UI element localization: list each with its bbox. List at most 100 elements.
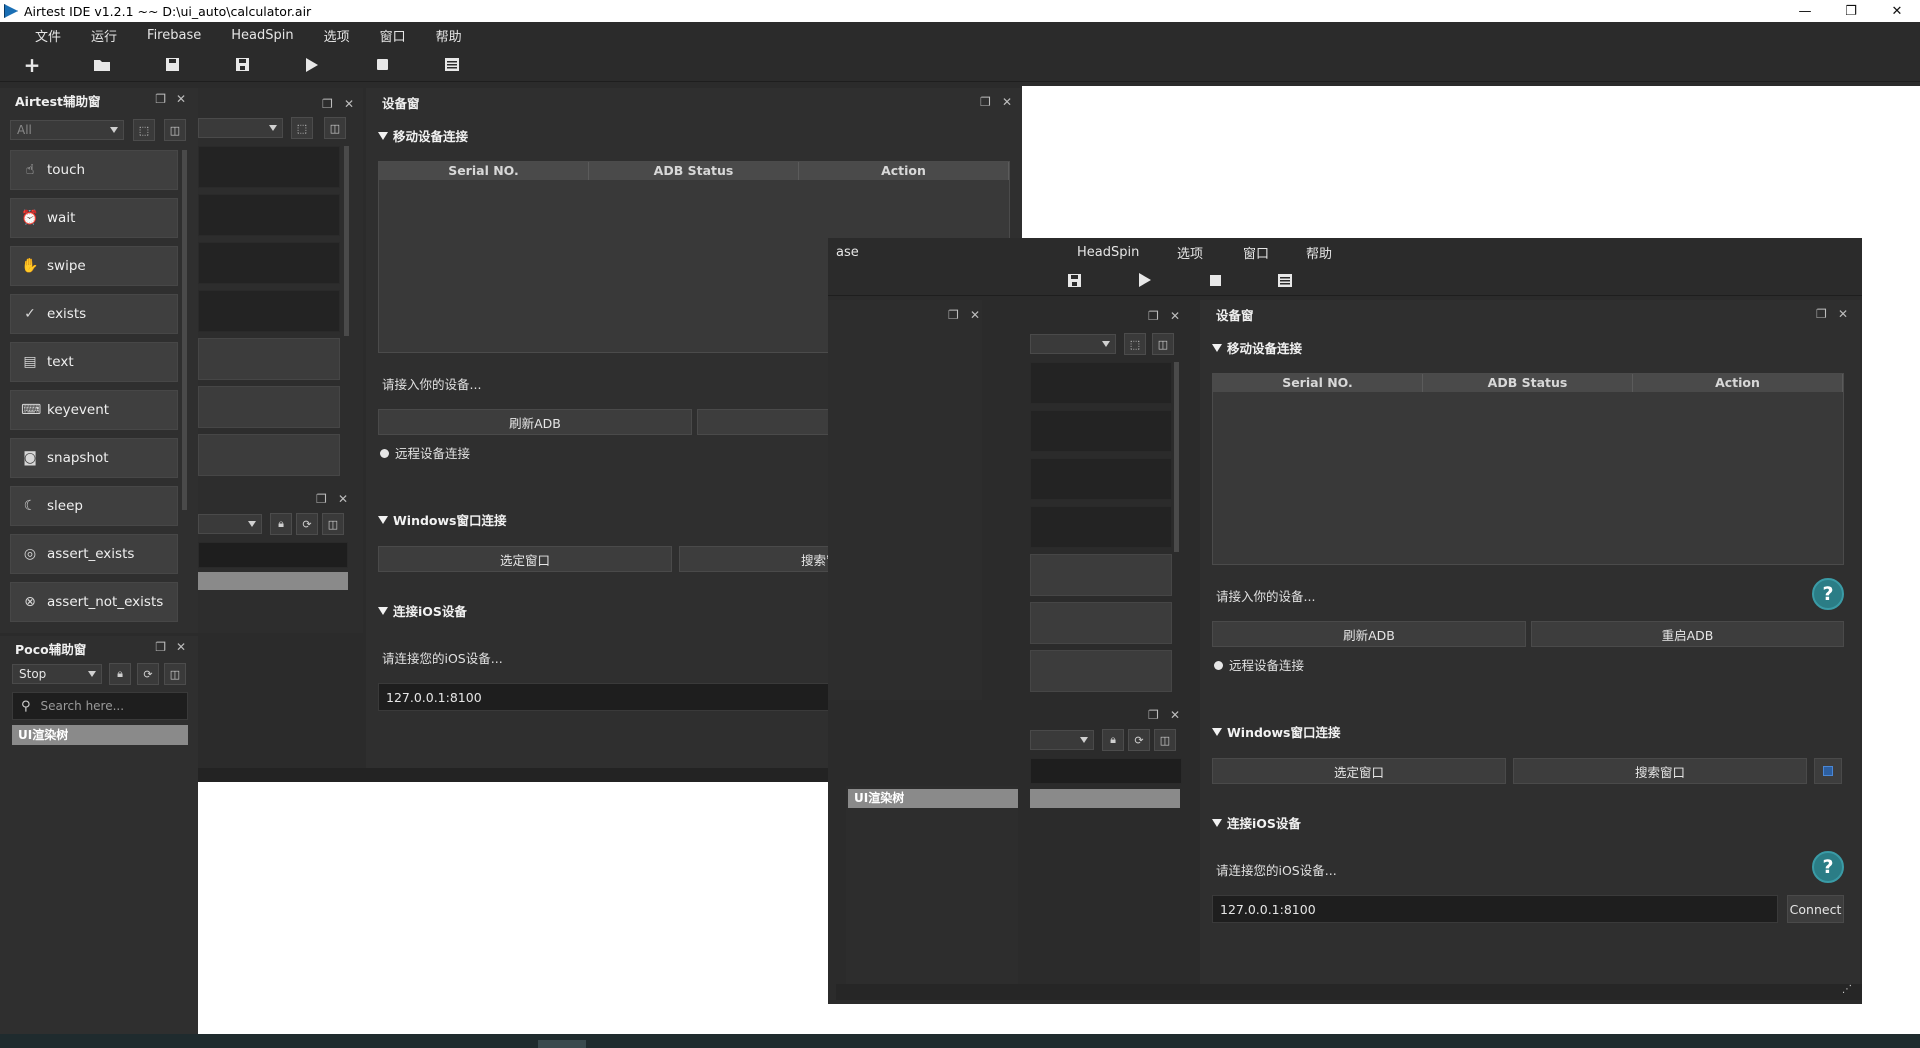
api-item-exists[interactable]: ✓ exists [10, 294, 178, 334]
api-item-text[interactable]: ▤ text [10, 342, 178, 382]
window-picker-icon[interactable] [1814, 758, 1842, 784]
close-icon[interactable]: ✕ [1170, 708, 1180, 722]
float-icon[interactable]: ❐ [1148, 708, 1159, 722]
record-icon[interactable]: ◫ [1152, 333, 1174, 355]
close-icon[interactable]: ✕ [176, 92, 186, 106]
close-icon[interactable]: ✕ [1838, 307, 1848, 321]
stop-icon[interactable] [372, 55, 392, 75]
lock-icon[interactable]: 🔒︎ [109, 663, 131, 685]
save-icon[interactable] [162, 55, 182, 75]
close-icon[interactable]: ✕ [338, 92, 354, 116]
ios-section-title[interactable]: 连接iOS设备 [378, 601, 467, 620]
menu-help[interactable]: 帮助 [421, 26, 477, 45]
capture-icon[interactable]: ⬚ [291, 117, 313, 139]
menu-file[interactable]: 文件 [20, 26, 76, 45]
mobile-section-title[interactable]: 移动设备连接 [1212, 338, 1302, 357]
refresh-icon[interactable]: ⟳ [1128, 729, 1150, 751]
menu-options[interactable]: 选项 [309, 26, 365, 45]
float-icon[interactable]: ❐ [948, 308, 959, 322]
record-icon[interactable]: ◫ [324, 117, 346, 139]
menu-run[interactable]: 运行 [76, 26, 132, 45]
float-icon[interactable]: ❐ [1816, 307, 1827, 321]
save-as-icon[interactable] [232, 55, 252, 75]
record-icon[interactable]: ◫ [164, 119, 186, 141]
log-icon[interactable] [442, 55, 462, 75]
ui-tree-root[interactable]: UI渲染树 [12, 725, 188, 745]
menu-headspin[interactable]: HeadSpin [1077, 245, 1139, 260]
api-item-swipe[interactable]: ✋ swipe [10, 246, 178, 286]
api-item-assert-exists[interactable]: ◎ assert_exists [10, 534, 178, 574]
float-icon[interactable]: ❐ [316, 92, 333, 116]
menu-firebase[interactable]: Firebase [132, 28, 216, 43]
api-item-keyevent[interactable]: ⌨ keyevent [10, 390, 178, 430]
folder-icon[interactable] [92, 55, 112, 75]
poco-search-field[interactable]: ⚲ Search here... [12, 692, 188, 720]
ios-address-input[interactable]: 127.0.0.1:8100 [1212, 895, 1778, 923]
record-icon[interactable]: ◫ [1154, 729, 1176, 751]
menu-firebase-clipped[interactable]: ase [646, 245, 873, 260]
play-icon[interactable] [1139, 273, 1151, 290]
close-icon[interactable]: ✕ [970, 308, 980, 322]
menu-options[interactable]: 选项 [1177, 243, 1203, 262]
close-icon[interactable]: ✕ [1874, 0, 1920, 22]
remote-connect-option[interactable]: 远程设备连接 [380, 443, 470, 462]
windows-section-title[interactable]: Windows窗口连接 [378, 510, 507, 529]
restart-adb-button[interactable]: 重启ADB [1531, 621, 1844, 647]
menu-window[interactable]: 窗口 [1243, 243, 1269, 262]
close-icon[interactable]: ✕ [1170, 309, 1180, 323]
float-icon[interactable]: ❐ [316, 492, 327, 506]
api-item-wait[interactable]: ⏰ wait [10, 198, 178, 238]
api-item-assert-not-exists[interactable]: ⊗ assert_not_exists [10, 582, 178, 622]
api-filter-select[interactable]: All [10, 120, 124, 140]
record-icon[interactable]: ◫ [322, 513, 344, 535]
menu-window[interactable]: 窗口 [365, 26, 421, 45]
refresh-icon[interactable]: ⟳ [137, 663, 159, 685]
second-select-2[interactable] [1030, 730, 1094, 750]
restore-icon[interactable]: ❐ [1828, 0, 1874, 22]
save-as-icon[interactable] [1068, 274, 1081, 290]
lock-icon[interactable]: 🔒︎ [1102, 729, 1124, 751]
float-icon[interactable]: ❐ [1148, 309, 1159, 323]
help-icon[interactable]: ? [1812, 578, 1844, 610]
middle-select-2[interactable] [198, 514, 262, 534]
refresh-adb-button[interactable]: 刷新ADB [1212, 621, 1526, 647]
close-icon[interactable]: ✕ [338, 492, 348, 506]
select-window-button[interactable]: 选定窗口 [378, 546, 672, 572]
remote-connect-option[interactable]: 远程设备连接 [1214, 655, 1304, 674]
ios-connect-button[interactable]: Connect [1787, 895, 1844, 923]
resize-grip-icon[interactable]: ⋰ [1842, 984, 1852, 995]
select-window-button[interactable]: 选定窗口 [1212, 758, 1506, 784]
help-icon[interactable]: ? [1812, 851, 1844, 883]
windows-section-title[interactable]: Windows窗口连接 [1212, 722, 1341, 741]
scrollbar[interactable] [1174, 362, 1179, 552]
minimize-icon[interactable]: — [1782, 0, 1828, 22]
log-icon[interactable] [1278, 274, 1292, 290]
api-item-snapshot[interactable]: ◙ snapshot [10, 438, 178, 478]
taskbar-active-item[interactable] [538, 1040, 586, 1048]
menu-headspin[interactable]: HeadSpin [216, 28, 308, 43]
lock-icon[interactable]: 🔒︎ [270, 513, 292, 535]
middle-select[interactable] [198, 118, 283, 138]
float-icon[interactable]: ❐ [155, 640, 166, 654]
float-icon[interactable]: ❐ [155, 92, 166, 106]
second-select[interactable] [1030, 334, 1116, 354]
scrollbar[interactable] [182, 150, 187, 510]
ios-section-title[interactable]: 连接iOS设备 [1212, 813, 1301, 832]
api-item-sleep[interactable]: ☾ sleep [10, 486, 178, 526]
api-item-touch[interactable]: ☝ touch [10, 150, 178, 190]
refresh-adb-button[interactable]: 刷新ADB [378, 409, 692, 435]
mobile-section-title[interactable]: 移动设备连接 [378, 126, 468, 145]
capture-icon[interactable]: ⬚ [1124, 333, 1146, 355]
stop-icon[interactable] [1210, 275, 1221, 286]
search-window-button[interactable]: 搜索窗口 [1513, 758, 1807, 784]
capture-icon[interactable]: ⬚ [133, 119, 155, 141]
close-icon[interactable]: ✕ [1002, 95, 1012, 109]
poco-mode-select[interactable]: Stop [12, 664, 102, 684]
close-icon[interactable]: ✕ [176, 640, 186, 654]
float-icon[interactable]: ❐ [980, 95, 991, 109]
plus-icon[interactable]: + [22, 53, 42, 77]
record-icon[interactable]: ◫ [164, 663, 186, 685]
refresh-icon[interactable]: ⟳ [296, 513, 318, 535]
scrollbar[interactable] [344, 146, 349, 336]
ui-tree-root[interactable]: UI渲染树 [848, 789, 1018, 808]
